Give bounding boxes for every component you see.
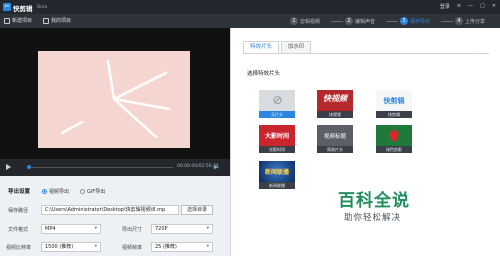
intro-tile-label: 无片头 bbox=[259, 111, 295, 118]
intro-tile-label: 光影时间 bbox=[259, 146, 295, 153]
new-project-button[interactable]: 新建项目 bbox=[4, 17, 32, 24]
intro-thumb-text: 快视频 bbox=[323, 94, 347, 103]
section-label: 选择特效片头 bbox=[247, 71, 281, 77]
login-link[interactable]: 登录 bbox=[440, 3, 450, 10]
title-bar: ✂ 快剪辑 Beta 登录 ≡ — □ ✕ bbox=[0, 0, 500, 14]
video-bitrate-label: 视频比特率 bbox=[6, 245, 32, 251]
app-logo-icon: ✂ bbox=[3, 3, 11, 11]
intro-thumb-text: 新闻联播 bbox=[264, 169, 289, 176]
intro-thumb: ⊘ bbox=[259, 90, 295, 111]
maximize-button[interactable]: □ bbox=[480, 3, 485, 10]
step-2-label: 编辑声音 bbox=[355, 18, 376, 25]
toolbar: 新建项目 我的项目 1 剪辑视频 2 编辑声音 3 保存导出 4 上传分享 bbox=[0, 14, 500, 28]
radio-gif-label: GIF导出 bbox=[87, 189, 106, 195]
video-fps-select[interactable]: 25 (推荐) ▾ bbox=[151, 242, 213, 252]
folder-icon bbox=[43, 17, 49, 24]
chevron-down-icon: ▾ bbox=[94, 226, 97, 231]
silhouette-shape bbox=[389, 129, 399, 141]
export-size-label: 导出尺寸 bbox=[122, 227, 143, 233]
intro-tile-label: 快剪辑 bbox=[376, 111, 412, 118]
my-projects-button[interactable]: 我的项目 bbox=[43, 17, 71, 24]
step-3-number: 3 bbox=[400, 17, 408, 25]
step-4-label: 上传分享 bbox=[465, 18, 486, 25]
intro-tile-label: 新闻联播 bbox=[259, 182, 295, 189]
chevron-down-icon: ▾ bbox=[94, 244, 97, 249]
tab-divider bbox=[243, 53, 489, 54]
intro-thumb: 视频标题 bbox=[317, 125, 353, 146]
export-size-select[interactable]: 720P ▾ bbox=[151, 224, 213, 234]
no-symbol-icon: ⊘ bbox=[272, 93, 283, 107]
window-controls: 登录 ≡ — □ ✕ bbox=[440, 3, 496, 10]
file-format-value: MP4 bbox=[45, 226, 56, 232]
chevron-down-icon: ▾ bbox=[206, 244, 209, 249]
video-bitrate-select[interactable]: 1500 (推荐) ▾ bbox=[41, 242, 101, 252]
step-connector bbox=[386, 21, 398, 22]
new-project-label: 新建项目 bbox=[12, 18, 33, 24]
volume-icon[interactable]: 🔈 bbox=[213, 164, 220, 170]
chevron-down-icon: ▾ bbox=[206, 226, 209, 231]
progress-knob[interactable] bbox=[27, 165, 31, 169]
menu-icon[interactable]: ≡ bbox=[457, 3, 461, 10]
intro-tile-label: 快视频 bbox=[317, 111, 353, 118]
video-fps-value: 25 (推荐) bbox=[155, 244, 177, 250]
app-title: 快剪辑 bbox=[13, 5, 33, 13]
watermark-title: 百科全说 bbox=[338, 191, 410, 211]
step-2[interactable]: 2 编辑声音 bbox=[345, 17, 375, 25]
save-path-input[interactable]: C:\Users\Administrator\Desktop\快剪辑视频\8.m… bbox=[41, 205, 179, 215]
step-1-number: 1 bbox=[290, 17, 298, 25]
video-frame bbox=[38, 51, 190, 148]
intro-thumb: 快剪辑 bbox=[376, 90, 412, 111]
watermark-subtitle: 助你轻松解决 bbox=[344, 213, 402, 223]
step-1-label: 剪辑视频 bbox=[300, 18, 321, 25]
save-path-label: 保存路径 bbox=[8, 208, 29, 214]
intro-tile-guangying[interactable]: 大影时间 光影时间 bbox=[259, 125, 295, 153]
intro-thumb: 快视频 bbox=[317, 90, 353, 111]
radio-gif-export[interactable]: GIF导出 bbox=[80, 188, 105, 195]
step-4-number: 4 bbox=[455, 17, 463, 25]
video-preview bbox=[0, 28, 230, 159]
progress-track[interactable] bbox=[28, 167, 173, 168]
step-1[interactable]: 1 剪辑视频 bbox=[290, 17, 320, 25]
intro-tile-label: 简易片头 bbox=[317, 146, 353, 153]
video-bitrate-value: 1500 (推荐) bbox=[45, 244, 74, 250]
export-settings: 导出设置 视频导出 GIF导出 保存路径 C:\Users\Administra… bbox=[0, 176, 230, 256]
radio-video-export[interactable]: 视频导出 bbox=[42, 188, 69, 195]
intro-thumb-text: 快剪辑 bbox=[383, 97, 405, 105]
export-settings-title: 导出设置 bbox=[8, 189, 31, 195]
step-3-label: 保存导出 bbox=[410, 18, 431, 25]
step-4[interactable]: 4 上传分享 bbox=[455, 17, 485, 25]
step-connector bbox=[441, 21, 453, 22]
intro-tile-simple[interactable]: 视频标题 简易片头 bbox=[317, 125, 353, 153]
step-2-number: 2 bbox=[345, 17, 353, 25]
intro-thumb-text: 大影时间 bbox=[264, 133, 289, 140]
radio-gif-dot bbox=[80, 189, 85, 194]
intro-thumb-text: 视频标题 bbox=[323, 134, 346, 140]
video-fps-label: 视频帧率 bbox=[122, 245, 143, 251]
intro-tile-none[interactable]: ⊘ 无片头 bbox=[259, 90, 295, 118]
minimize-button[interactable]: — bbox=[468, 3, 473, 10]
app-beta-badge: Beta bbox=[37, 5, 48, 10]
close-button[interactable]: ✕ bbox=[492, 3, 496, 10]
browse-button[interactable]: 选择目录 bbox=[181, 205, 213, 215]
intro-tile-kuaijianji[interactable]: 快剪辑 快剪辑 bbox=[376, 90, 412, 118]
intro-tile-label: 绿色剪影 bbox=[376, 146, 412, 153]
radio-video-dot bbox=[42, 189, 47, 194]
file-format-label: 文件格式 bbox=[8, 227, 29, 233]
intro-thumb: 大影时间 bbox=[259, 125, 295, 146]
intro-tile-green[interactable]: 绿色剪影 bbox=[376, 125, 412, 153]
new-project-icon bbox=[4, 17, 10, 24]
export-size-value: 720P bbox=[155, 226, 168, 232]
intro-thumb: 新闻联播 bbox=[259, 161, 295, 182]
video-frame-graphic bbox=[60, 59, 171, 139]
my-projects-label: 我的项目 bbox=[51, 18, 72, 24]
file-format-select[interactable]: MP4 ▾ bbox=[41, 224, 101, 234]
player-controls: 00:00.00/02:50.44 🔈 bbox=[0, 159, 230, 176]
step-3[interactable]: 3 保存导出 bbox=[400, 17, 430, 25]
radio-video-label: 视频导出 bbox=[49, 189, 70, 195]
play-icon[interactable] bbox=[6, 164, 11, 170]
intro-tile-kuaishipin[interactable]: 快视频 快视频 bbox=[317, 90, 353, 118]
step-connector bbox=[331, 21, 343, 22]
intro-tile-news[interactable]: 新闻联播 新闻联播 bbox=[259, 161, 295, 189]
intro-thumb bbox=[376, 125, 412, 146]
